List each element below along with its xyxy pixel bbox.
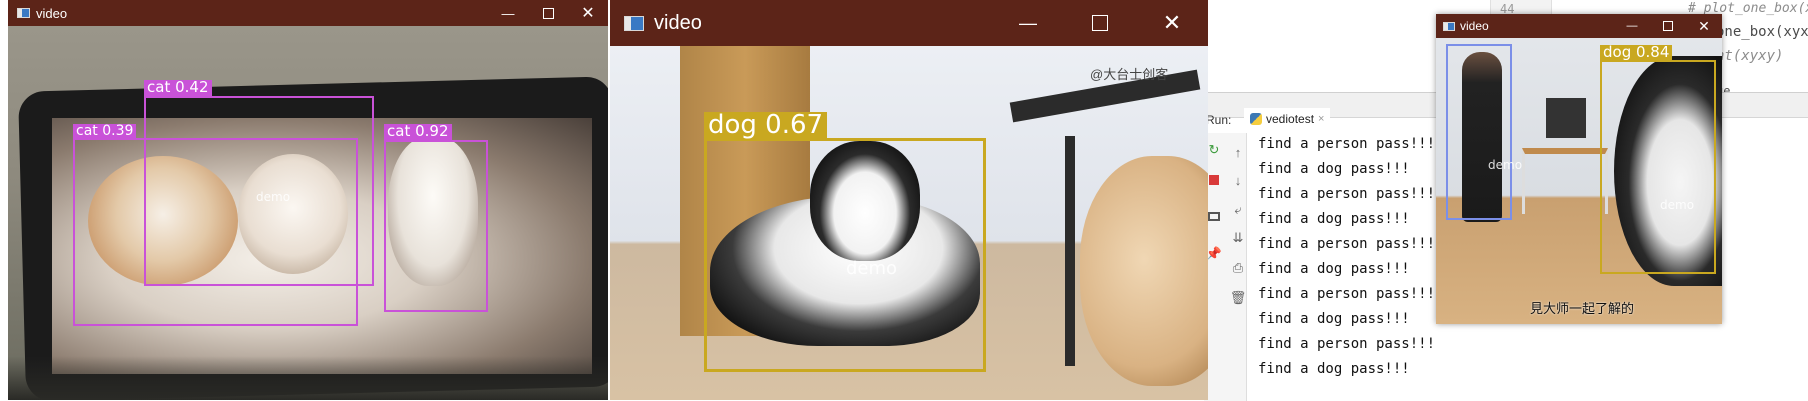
detection-label-dog: dog 0.67 — [704, 112, 828, 138]
output-line: find a dog pass!!! — [1258, 211, 1410, 227]
minimize-button[interactable]: — — [992, 0, 1064, 46]
watermark: demo — [1660, 198, 1695, 212]
maximize-button[interactable] — [528, 0, 568, 26]
watermark: demo — [846, 258, 898, 279]
run-label: Run: — [1206, 113, 1232, 127]
video-window-room[interactable]: video — ✕ dog 0.84 demo demo 見大师一起了解的 — [1436, 14, 1722, 324]
window-title: video — [654, 11, 702, 34]
video-window-cats[interactable]: video — ✕ cat 0.42 cat 0.39 cat 0.92 dem… — [8, 0, 608, 400]
window-title: video — [36, 5, 68, 21]
output-line: find a dog pass!!! — [1258, 261, 1410, 277]
scroll-to-end-icon[interactable]: ⇊ — [1228, 228, 1248, 248]
close-button[interactable]: ✕ — [568, 0, 608, 26]
code-line-2: one_box(xyxy — [1716, 24, 1808, 40]
close-button[interactable]: ✕ — [1136, 0, 1208, 46]
watermark: demo — [256, 190, 291, 204]
maximize-button[interactable] — [1650, 14, 1686, 38]
window-titlebar[interactable]: video — ✕ — [610, 0, 1208, 46]
output-line: find a dog pass!!! — [1258, 311, 1410, 327]
close-button[interactable]: ✕ — [1686, 14, 1722, 38]
basin — [1080, 156, 1208, 386]
maximize-button[interactable] — [1064, 0, 1136, 46]
detection-box-cat-2 — [73, 138, 358, 326]
minimize-button[interactable]: — — [1614, 14, 1650, 38]
detection-label-cat-2: cat 0.39 — [73, 124, 137, 138]
output-line: find a dog pass!!! — [1258, 361, 1410, 377]
print-icon[interactable]: ⎙ — [1228, 258, 1248, 278]
output-line: find a person pass!!! — [1258, 336, 1436, 352]
up-arrow-icon[interactable]: ↑ — [1228, 142, 1248, 162]
down-arrow-icon[interactable]: ↓ — [1228, 170, 1248, 190]
video-window-husky[interactable]: video — ✕ dog 0.67 demo @大台士创客 — [610, 0, 1208, 400]
window-app-icon — [1443, 21, 1455, 31]
watermark: demo — [1488, 158, 1523, 172]
code-line-3: nt(xyxy) — [1716, 48, 1784, 64]
detection-label-dog: dog 0.84 — [1600, 45, 1673, 60]
close-tab-icon[interactable]: × — [1318, 113, 1324, 125]
window-app-icon — [17, 8, 30, 18]
output-line: find a person pass!!! — [1258, 186, 1436, 202]
detection-box-dog — [1600, 60, 1716, 274]
detection-label-cat-3: cat 0.92 — [384, 124, 452, 140]
trash-icon[interactable]: 🗑 — [1228, 288, 1248, 308]
run-tab[interactable]: vediotest × — [1244, 108, 1331, 130]
soft-wrap-icon[interactable]: ⤶ — [1228, 200, 1248, 220]
window-titlebar[interactable]: video — ✕ — [8, 0, 608, 26]
run-tab-label: vediotest — [1266, 112, 1315, 126]
window-app-icon — [624, 15, 644, 31]
output-line: find a dog pass!!! — [1258, 161, 1410, 177]
video-subtitle: 見大师一起了解的 — [1530, 301, 1635, 316]
minimize-button[interactable]: — — [488, 0, 528, 26]
output-line: find a person pass!!! — [1258, 286, 1436, 302]
detection-box-cat-3 — [384, 140, 488, 312]
window-titlebar[interactable]: video — ✕ — [1436, 14, 1722, 38]
output-line: find a person pass!!! — [1258, 236, 1436, 252]
table — [1522, 148, 1608, 214]
video-overlay-text: @大台士创客 — [1090, 67, 1169, 82]
detection-label-cat-1: cat 0.42 — [144, 80, 212, 96]
stand-leg — [1065, 136, 1075, 366]
tv — [1546, 98, 1586, 138]
window-title: video — [1460, 19, 1489, 33]
python-file-icon — [1250, 113, 1262, 125]
detection-box-person — [1446, 44, 1512, 220]
detection-box-dog — [704, 138, 986, 372]
hand-overlay — [8, 356, 608, 400]
output-line: find a person pass!!! — [1258, 136, 1436, 152]
